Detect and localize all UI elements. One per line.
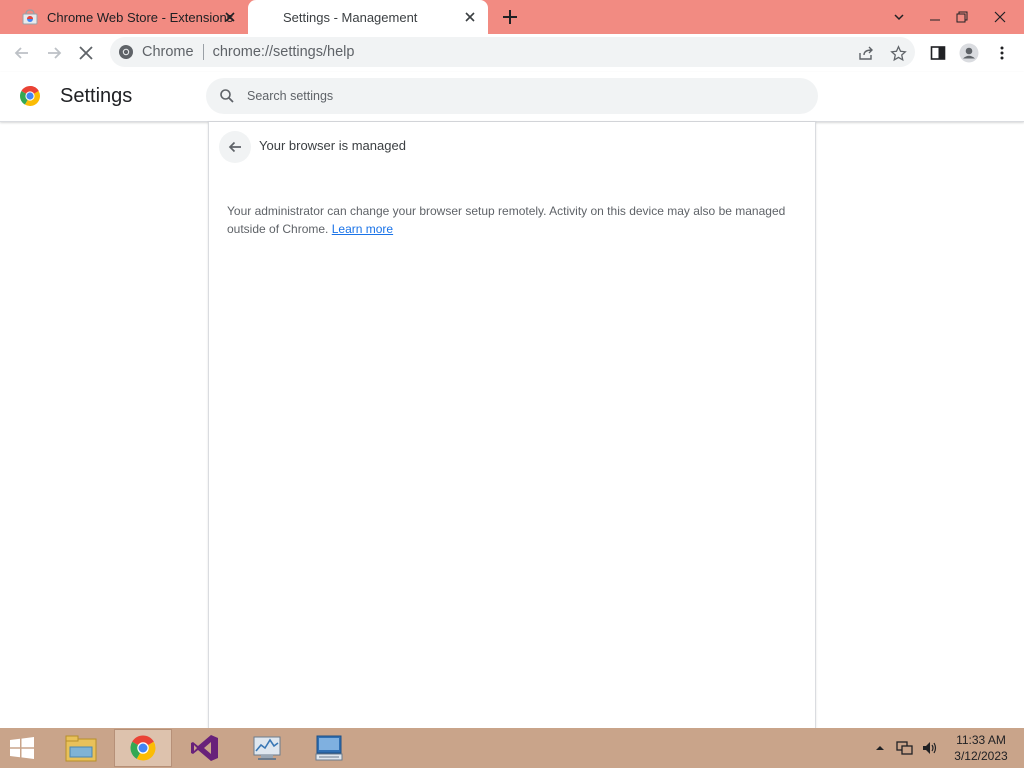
chevron-up-icon [876, 746, 884, 750]
url-text[interactable]: chrome://settings/help [213, 44, 355, 60]
close-tab-icon[interactable] [222, 9, 238, 25]
file-explorer-icon [65, 735, 97, 762]
arrow-back-icon [228, 141, 241, 153]
back-button[interactable] [10, 41, 34, 65]
tab-search-button[interactable] [882, 0, 916, 34]
chrome-menu-button[interactable] [990, 41, 1014, 65]
remote-desktop-icon [315, 735, 343, 761]
settings-header: Settings [0, 72, 1024, 122]
taskbar: 11:33 AM 3/12/2023 [0, 728, 1024, 768]
visual-studio-icon [191, 735, 218, 761]
taskbar-visual-studio[interactable] [176, 729, 234, 767]
tab-chrome-web-store[interactable]: Chrome Web Store - Extensions [8, 0, 248, 34]
star-icon [889, 44, 907, 61]
new-tab-icon[interactable] [500, 7, 520, 27]
volume-icon [923, 742, 937, 754]
tab-strip: Chrome Web Store - Extensions Settings -… [0, 0, 1024, 34]
taskbar-task-manager[interactable] [238, 729, 296, 767]
chrome-icon [130, 735, 156, 761]
back-icon [14, 47, 28, 59]
taskbar-file-explorer[interactable] [52, 729, 110, 767]
tab-title: Chrome Web Store - Extensions [47, 9, 234, 25]
taskbar-remote-desktop[interactable] [300, 729, 358, 767]
forward-icon [48, 47, 62, 59]
forward-button[interactable] [42, 41, 66, 65]
clock-time: 11:33 AM [956, 733, 1006, 747]
volume-tray-button[interactable] [921, 728, 939, 768]
network-icon [896, 741, 913, 755]
search-settings-box[interactable] [206, 78, 818, 114]
learn-more-link[interactable]: Learn more [332, 222, 393, 236]
profile-icon [959, 43, 979, 63]
close-tab-icon[interactable] [462, 9, 478, 25]
management-card: Your browser is managed Your administrat… [208, 122, 816, 728]
side-panel-icon [930, 46, 946, 60]
webstore-icon [22, 9, 38, 25]
search-input[interactable] [247, 89, 787, 103]
task-manager-icon [253, 736, 281, 760]
menu-icon [1000, 46, 1004, 60]
taskbar-clock[interactable]: 11:33 AM 3/12/2023 [944, 732, 1018, 764]
back-arrow-button[interactable] [219, 131, 251, 163]
browser-toolbar: Chrome chrome://settings/help [0, 34, 1024, 72]
share-icon [859, 46, 873, 60]
clock-date: 3/12/2023 [954, 749, 1008, 763]
restore-icon [956, 11, 968, 23]
profile-button[interactable] [957, 41, 981, 65]
close-window-button[interactable] [983, 0, 1017, 34]
management-heading: Your browser is managed [259, 138, 406, 153]
management-text: Your administrator can change your brows… [227, 204, 786, 236]
show-hidden-icons-button[interactable] [874, 728, 886, 768]
stop-loading-button[interactable] [74, 41, 98, 65]
site-chip-label: Chrome [142, 44, 194, 60]
taskbar-chrome[interactable] [114, 729, 172, 767]
chrome-site-icon [119, 45, 133, 59]
windows-start-icon[interactable] [6, 736, 38, 760]
chevron-down-icon [894, 14, 904, 21]
chrome-logo-icon [20, 86, 40, 106]
restore-button[interactable] [945, 0, 979, 34]
tab-title: Settings - Management [283, 9, 418, 25]
management-description: Your administrator can change your brows… [227, 202, 797, 238]
search-icon [220, 89, 234, 103]
tab-settings-management[interactable]: Settings - Management [248, 0, 488, 34]
page-title: Settings [60, 85, 133, 107]
minimize-icon [930, 19, 940, 21]
omnibox-divider [202, 44, 204, 60]
share-button[interactable] [854, 41, 878, 65]
network-tray-button[interactable] [896, 728, 914, 768]
bookmark-button[interactable] [886, 41, 910, 65]
stop-loading-icon [79, 46, 93, 60]
close-icon [994, 11, 1006, 23]
address-bar[interactable]: Chrome chrome://settings/help [110, 37, 915, 67]
side-panel-button[interactable] [926, 41, 950, 65]
